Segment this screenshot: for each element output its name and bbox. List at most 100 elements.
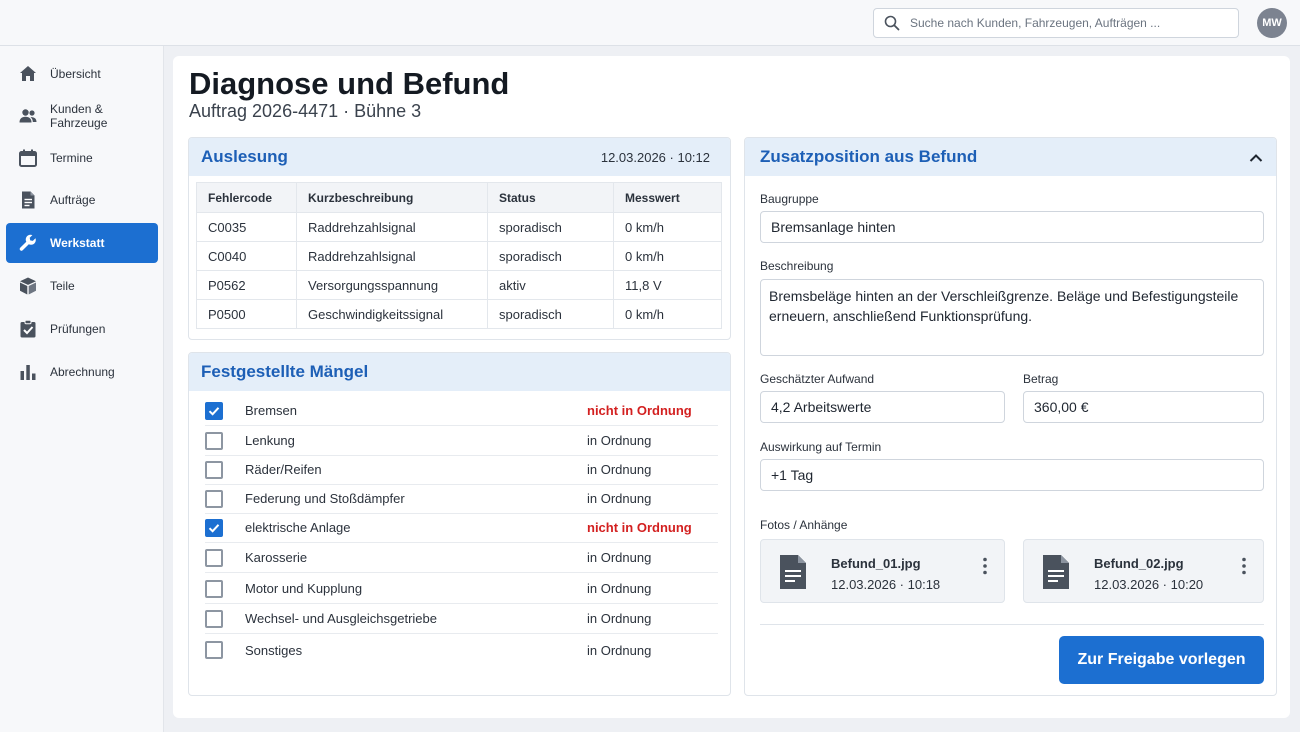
cell-messwert: 11,8 V — [613, 270, 722, 300]
extra-position-title: Zusatzposition aus Befund — [760, 147, 978, 166]
defect-checkbox[interactable] — [205, 431, 223, 450]
sidebar-item-werkstatt[interactable]: Werkstatt — [6, 223, 158, 263]
attachment-item[interactable]: Befund_02.jpg 12.03.2026 · 10:20 — [1023, 539, 1264, 603]
sidebar-item-label: Übersicht — [50, 67, 101, 81]
cell-messwert: 0 km/h — [613, 212, 722, 242]
defects-card: Festgestellte Mängel Bremsen nicht in Or… — [188, 352, 731, 696]
impact-label: Auswirkung auf Termin — [760, 440, 882, 454]
group-label: Baugruppe — [760, 192, 819, 206]
list-item: Sonstiges in Ordnung — [205, 635, 718, 665]
extra-position-card-header: Zusatzposition aus Befund — [745, 138, 1276, 176]
effort-field[interactable] — [760, 391, 1005, 423]
file-icon — [780, 555, 806, 589]
table-row[interactable]: C0035 Raddrehzahlsignal sporadisch 0 km/… — [196, 212, 722, 242]
more-vertical-icon[interactable] — [1237, 556, 1251, 576]
attachment-name: Befund_02.jpg — [1094, 556, 1184, 571]
checklist-icon — [20, 319, 36, 338]
defect-label: Wechsel- und Ausgleichsgetriebe — [245, 611, 437, 626]
description-label: Beschreibung — [760, 259, 834, 273]
attachment-time: 12.03.2026 · 10:20 — [1094, 577, 1204, 592]
sidebar-item-pruefungen[interactable]: Prüfungen — [6, 309, 158, 349]
file-icon — [1043, 555, 1069, 589]
more-vertical-icon[interactable] — [978, 556, 992, 576]
sidebar-item-label: Termine — [50, 151, 93, 165]
table-row[interactable]: P0562 Versorgungsspannung aktiv 11,8 V — [196, 270, 722, 300]
sidebar-item-label: Werkstatt — [50, 236, 105, 250]
defect-label: elektrische Anlage — [245, 520, 351, 535]
search-box[interactable] — [873, 8, 1239, 38]
sidebar-item-uebersicht[interactable]: Übersicht — [6, 54, 158, 94]
readout-card-header: Auslesung 12.03.2026 · 10:12 — [189, 138, 730, 176]
defect-checkbox[interactable] — [205, 401, 223, 420]
defect-status: in Ordnung — [587, 642, 652, 658]
list-item: Wechsel- und Ausgleichsgetriebe in Ordnu… — [205, 604, 718, 634]
defect-status: in Ordnung — [587, 491, 652, 506]
page-subtitle: Auftrag 2026-4471 · Bühne 3 — [189, 101, 422, 121]
cell-status: aktiv — [487, 270, 614, 300]
document-icon — [22, 191, 35, 209]
defect-checkbox[interactable] — [205, 518, 223, 537]
defect-status: in Ordnung — [587, 433, 652, 448]
defect-label: Sonstiges — [245, 642, 303, 658]
sidebar-item-auftraege[interactable]: Aufträge — [6, 180, 158, 220]
column-header-fehlercode: Fehlercode — [196, 182, 297, 213]
main-content: Diagnose und Befund Auftrag 2026-4471 · … — [173, 56, 1290, 718]
sidebar-item-teile[interactable]: Teile — [6, 266, 158, 306]
table-row[interactable]: C0040 Raddrehzahlsignal sporadisch 0 km/… — [196, 241, 722, 271]
sidebar-item-label: Kunden & Fahrzeuge — [50, 102, 108, 130]
photos-label: Fotos / Anhänge — [760, 518, 848, 532]
table-header-row: Fehlercode Kurzbeschreibung Status Messw… — [196, 182, 722, 213]
cell-messwert: 0 km/h — [613, 299, 722, 329]
cell-fehlercode: C0040 — [196, 241, 297, 271]
defect-label: Motor und Kupplung — [245, 581, 363, 596]
defect-checkbox[interactable] — [205, 548, 223, 567]
attachment-time: 12.03.2026 · 10:18 — [831, 577, 941, 592]
sidebar-item-label: Abrechnung — [50, 365, 115, 379]
defect-checkbox[interactable] — [205, 641, 223, 659]
fault-code-table: Fehlercode Kurzbeschreibung Status Messw… — [196, 182, 722, 329]
attachment-item[interactable]: Befund_01.jpg 12.03.2026 · 10:18 — [760, 539, 1005, 603]
cell-kurzbeschreibung: Raddrehzahlsignal — [296, 241, 488, 271]
checkmark-icon — [208, 523, 220, 533]
defect-status: in Ordnung — [587, 581, 652, 596]
defect-checkbox[interactable] — [205, 609, 223, 628]
cell-status: sporadisch — [487, 212, 614, 242]
defect-status: in Ordnung — [587, 550, 652, 565]
cell-kurzbeschreibung: Raddrehzahlsignal — [296, 212, 488, 242]
defects-card-header: Festgestellte Mängel — [189, 353, 730, 391]
cell-fehlercode: P0500 — [196, 299, 297, 329]
defect-label: Federung und Stoßdämpfer — [245, 491, 405, 506]
list-item: Federung und Stoßdämpfer in Ordnung — [205, 484, 718, 514]
defect-checkbox[interactable] — [205, 460, 223, 479]
sidebar-item-kunden-fahrzeuge[interactable]: Kunden & Fahrzeuge — [6, 96, 158, 136]
box-icon — [20, 277, 36, 295]
cell-fehlercode: P0562 — [196, 270, 297, 300]
cell-fehlercode: C0035 — [196, 212, 297, 242]
cell-messwert: 0 km/h — [613, 241, 722, 271]
amount-label: Betrag — [1023, 372, 1059, 386]
group-field[interactable] — [760, 211, 1264, 243]
list-item: Bremsen nicht in Ordnung — [205, 396, 718, 426]
sidebar-item-abrechnung[interactable]: Abrechnung — [6, 352, 158, 392]
amount-field[interactable] — [1023, 391, 1264, 423]
extra-position-card: Zusatzposition aus Befund Baugruppe Besc… — [744, 137, 1277, 696]
impact-field[interactable] — [760, 459, 1264, 491]
defect-checkbox[interactable] — [205, 489, 223, 508]
table-row[interactable]: P0500 Geschwindigkeitssignal sporadisch … — [196, 299, 722, 329]
user-avatar[interactable]: MW — [1257, 8, 1287, 38]
chevron-up-icon[interactable] — [1248, 150, 1264, 166]
submit-for-approval-button[interactable]: Zur Freigabe vorlegen — [1059, 636, 1264, 684]
list-item: elektrische Anlage nicht in Ordnung — [205, 513, 718, 543]
top-bar: MW — [0, 0, 1300, 46]
defect-label: Karosserie — [245, 550, 308, 565]
description-field[interactable]: Bremsbeläge hinten an der Verschleißgren… — [760, 279, 1264, 356]
sidebar-item-label: Prüfungen — [50, 322, 106, 336]
sidebar-item-termine[interactable]: Termine — [6, 138, 158, 178]
search-input[interactable] — [910, 16, 1230, 30]
defect-checkbox[interactable] — [205, 579, 223, 598]
column-header-messwert: Messwert — [613, 182, 722, 213]
defect-status: in Ordnung — [587, 611, 652, 626]
list-item: Räder/Reifen in Ordnung — [205, 455, 718, 485]
defect-status: nicht in Ordnung — [587, 403, 692, 418]
wrench-icon — [19, 234, 36, 251]
